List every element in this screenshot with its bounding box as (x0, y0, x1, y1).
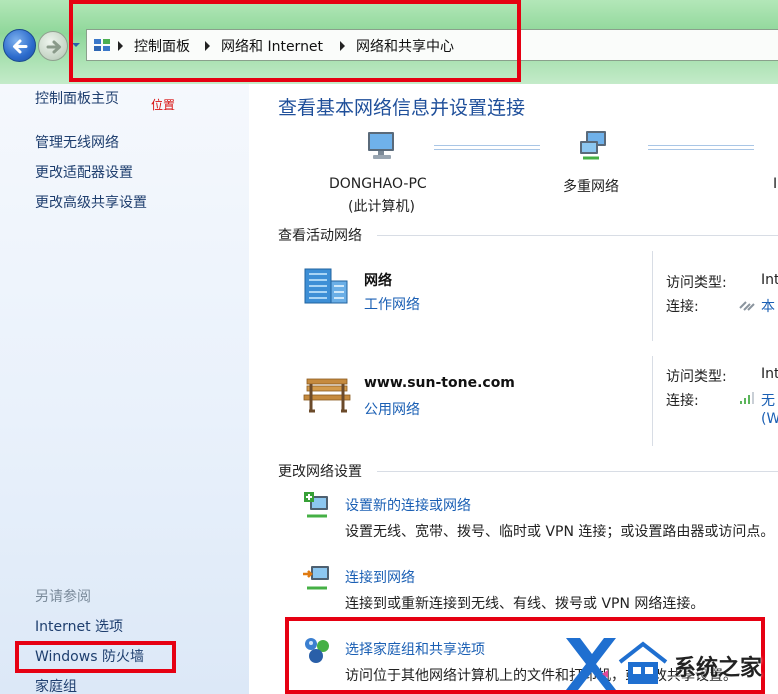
forward-button[interactable] (38, 31, 68, 61)
watermark-logo-icon (566, 638, 616, 690)
network-type-link[interactable]: 工作网络 (364, 294, 420, 314)
sidebar-item-control-panel-home[interactable]: 控制面板主页 (35, 88, 119, 108)
network-name: www.sun-tone.com (364, 375, 515, 391)
breadcrumb-separator-icon (340, 41, 345, 51)
sidebar-item-homegroup[interactable]: 家庭组 (35, 676, 77, 694)
task-setup-connection-link[interactable]: 设置新的连接或网络 (345, 495, 471, 515)
back-button[interactable] (3, 29, 36, 62)
task-description: 设置无线、宽带、拨号、临时或 VPN 连接；或设置路由器或访问点。 (345, 524, 775, 540)
computer-subtitle: (此计算机) (348, 199, 415, 215)
connection-label: 连接: (666, 393, 699, 409)
history-dropdown-icon[interactable] (71, 40, 81, 50)
internet-label-partial: I (773, 176, 778, 192)
section-divider (377, 235, 778, 236)
computer-name: DONGHAO-PC (329, 176, 427, 192)
access-type-value: Int (761, 272, 778, 288)
breadcrumb-separator-icon (118, 41, 123, 51)
breadcrumb-network-sharing-center[interactable]: 网络和共享中心 (356, 36, 454, 56)
task-homegroup-link[interactable]: 选择家庭组和共享选项 (345, 639, 485, 659)
map-connection-line (434, 145, 540, 150)
main-content: 查看基本网络信息并设置连接 DONGHAO-PC (此计算机) 多重网络 I 查… (249, 84, 778, 694)
connection-link-extra[interactable]: (W (761, 411, 778, 427)
forward-arrow-icon (46, 40, 61, 54)
sidebar-item-adapter-settings[interactable]: 更改适配器设置 (35, 162, 133, 182)
map-connection-line (648, 145, 754, 150)
active-networks-heading: 查看活动网络 (278, 228, 362, 244)
sidebar-item-windows-firewall[interactable]: Windows 防火墙 (35, 646, 144, 666)
public-network-bench-icon[interactable] (301, 373, 353, 415)
sidebar-item-internet-options[interactable]: Internet 选项 (35, 616, 123, 636)
homegroup-icon[interactable] (301, 634, 333, 666)
access-type-label: 访问类型: (666, 369, 727, 385)
access-type-value: Int (761, 366, 778, 382)
sidebar-item-manage-wireless[interactable]: 管理无线网络 (35, 132, 119, 152)
breadcrumb-network-internet[interactable]: 网络和 Internet (221, 36, 323, 56)
address-toolbar: 控制面板 网络和 Internet 网络和共享中心 (0, 0, 778, 84)
page-title: 查看基本网络信息并设置连接 (278, 97, 526, 119)
new-connection-icon[interactable] (301, 490, 333, 522)
connection-link[interactable]: 本 (761, 296, 775, 316)
position-annotation: 位置 (151, 98, 176, 112)
breadcrumb-control-panel[interactable]: 控制面板 (134, 36, 190, 56)
network-type-link[interactable]: 公用网络 (364, 399, 420, 419)
task-description: 连接到或重新连接到无线、有线、拨号或 VPN 网络连接。 (345, 596, 705, 612)
work-network-icon[interactable] (301, 265, 351, 307)
back-arrow-icon (13, 39, 28, 54)
access-type-label: 访问类型: (666, 275, 727, 291)
task-connect-network-link[interactable]: 连接到网络 (345, 567, 415, 587)
see-also-heading: 另请参阅 (35, 589, 91, 605)
network-name: 网络 (364, 273, 392, 289)
wireless-signal-icon (740, 392, 754, 404)
watermark-text: 系统之家 (674, 656, 763, 681)
connection-link[interactable]: 无 (761, 390, 775, 410)
network-divider (652, 251, 653, 341)
connect-network-icon[interactable] (301, 562, 333, 594)
section-divider (377, 471, 778, 472)
watermark-house-icon (618, 641, 668, 684)
computer-icon[interactable] (365, 129, 399, 163)
network-divider (652, 356, 653, 446)
sidebar-item-advanced-sharing[interactable]: 更改高级共享设置 (35, 192, 147, 212)
wired-connection-icon (739, 301, 755, 311)
address-bar[interactable]: 控制面板 网络和 Internet 网络和共享中心 (86, 29, 778, 61)
change-settings-heading: 更改网络设置 (278, 464, 362, 480)
connection-label: 连接: (666, 299, 699, 315)
breadcrumb-separator-icon (205, 41, 210, 51)
control-panel-icon (94, 39, 110, 51)
site-watermark: 系统之家 (562, 624, 778, 694)
network-map-label: 多重网络 (563, 179, 619, 195)
sidebar: 控制面板主页 位置 管理无线网络 更改适配器设置 更改高级共享设置 另请参阅 I… (0, 84, 249, 694)
multiple-networks-icon[interactable] (577, 129, 611, 163)
